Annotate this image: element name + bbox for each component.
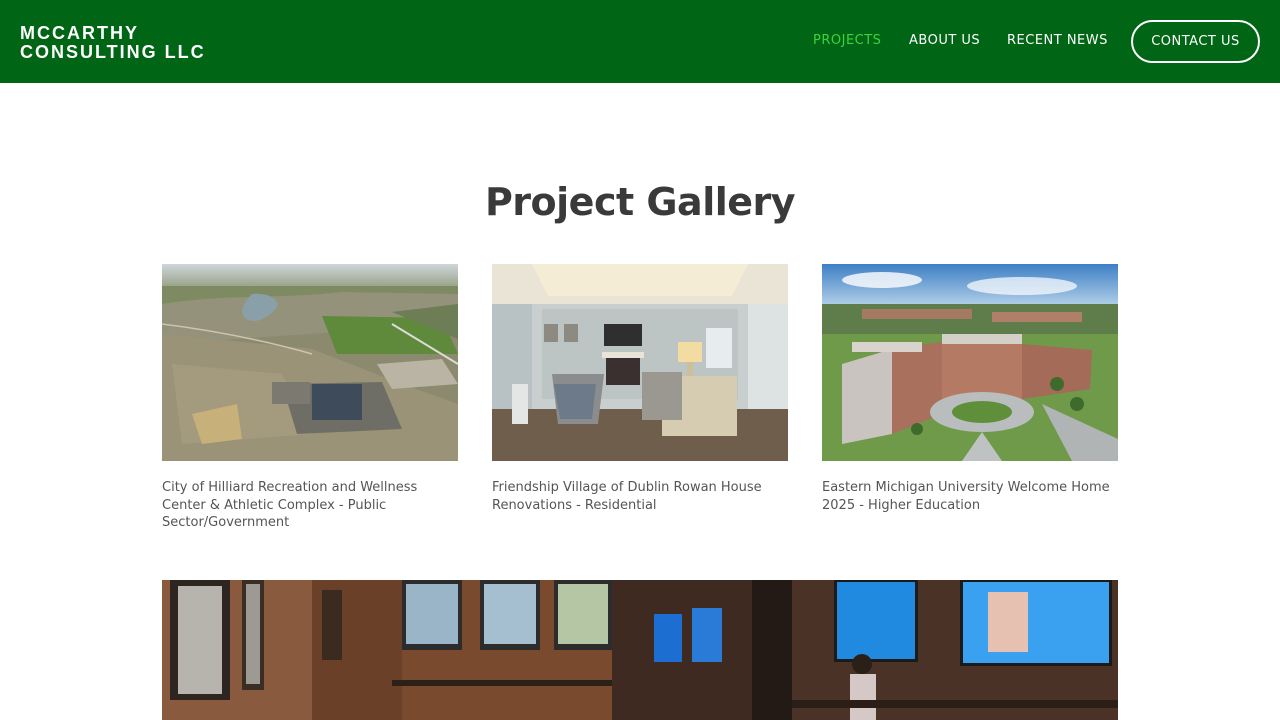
aerial-construction-site-photo[interactable] xyxy=(162,264,458,461)
contact-us-button[interactable]: CONTACT US xyxy=(1131,20,1260,63)
page-title: Project Gallery xyxy=(484,180,796,224)
project-card-friendship-village[interactable]: Friendship Village of Dublin Rowan House… xyxy=(492,264,788,514)
project-caption[interactable]: City of Hilliard Recreation and Wellness… xyxy=(162,479,458,532)
project-card-emu[interactable]: Eastern Michigan University Welcome Home… xyxy=(822,264,1118,514)
logo-line-2: CONSULTING LLC xyxy=(20,42,206,62)
nav-recent-news[interactable]: RECENT NEWS xyxy=(1007,33,1108,48)
site-header: MCCARTHY CONSULTING LLC PROJECTS ABOUT U… xyxy=(0,0,1280,83)
site-logo[interactable]: MCCARTHY CONSULTING LLC xyxy=(20,24,206,62)
project-caption[interactable]: Eastern Michigan University Welcome Home… xyxy=(822,479,1118,514)
restaurant-bar-interior-photo[interactable] xyxy=(162,580,1118,720)
nav-projects[interactable]: PROJECTS xyxy=(813,33,881,48)
logo-line-1: MCCARTHY xyxy=(20,23,139,43)
nav-about-us[interactable]: ABOUT US xyxy=(909,33,980,48)
project-caption[interactable]: Friendship Village of Dublin Rowan House… xyxy=(492,479,788,514)
project-card-hilliard[interactable]: City of Hilliard Recreation and Wellness… xyxy=(162,264,458,532)
campus-residence-rendering[interactable] xyxy=(822,264,1118,461)
living-room-interior-photo[interactable] xyxy=(492,264,788,461)
